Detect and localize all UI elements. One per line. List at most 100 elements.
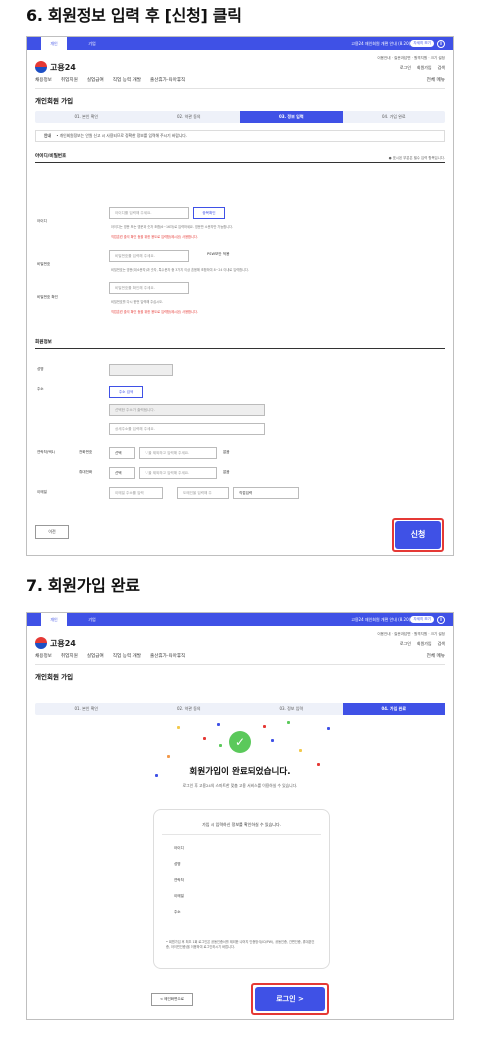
tab-personal[interactable]: 개인 <box>41 37 67 50</box>
dup-check-button[interactable]: 중복확인 <box>193 207 225 219</box>
mobile-none-checkbox[interactable]: 없음 <box>223 470 230 475</box>
gnb-item-training[interactable]: 직업 능력 개발 <box>113 77 141 88</box>
pause-icon[interactable]: II <box>437 616 445 624</box>
confetti <box>299 749 302 752</box>
progress-step-2: 02. 약관 동의 <box>176 114 201 119</box>
logo-text: 고용24 <box>50 638 76 648</box>
detail-button[interactable]: 자세히 보기 <box>410 40 434 47</box>
notice-text[interactable]: 고용24 재인회원 개편 안내 (8.20(수)) <box>351 37 417 50</box>
tab-company[interactable]: 기업 <box>79 37 105 50</box>
divider <box>162 834 321 835</box>
pw-secure-checkbox[interactable]: PSW보안 적용 <box>207 252 229 257</box>
addr-label: 주소 <box>37 387 44 391</box>
account-links: 로그인 회원가입 검색 <box>400 65 445 71</box>
menu-all-button[interactable]: 전체 메뉴 <box>427 653 445 659</box>
progress-steps: 01. 본인 확인 02. 약관 동의 03. 정보 입력 04. 가입 완료 <box>35 703 445 715</box>
gnb-item-leave[interactable]: 출산휴가·육아휴직 <box>150 653 185 664</box>
name-input <box>109 364 173 376</box>
search-link[interactable]: 검색 <box>438 65 445 71</box>
detail-button[interactable]: 자세히 보기 <box>410 616 434 623</box>
pw-label: 비밀번호 <box>37 262 51 266</box>
pause-icon[interactable]: II <box>437 40 445 48</box>
util-links[interactable]: 이용안내 · 질문과답변 · 원격지원 · 크기 설정 <box>377 56 445 61</box>
id-warn: 직업훈련 출석 확인 등을 위한 용도로 입력합(제시된) 사용합니다. <box>111 235 198 239</box>
logo-mark-icon <box>35 637 47 649</box>
confetti <box>203 737 206 740</box>
util-links[interactable]: 이용안내 · 질문과답변 · 원격지원 · 크기 설정 <box>377 632 445 637</box>
gnb-item-jobs[interactable]: 채용정보 <box>35 77 52 88</box>
login-link[interactable]: 로그인 <box>400 65 411 71</box>
gnb-item-jobs[interactable]: 채용정보 <box>35 653 52 664</box>
pw2-warn: 직업훈련 출석 확인 등을 위한 용도로 입력합(제시된) 사용합니다. <box>111 310 198 314</box>
join-link[interactable]: 회원가입 <box>417 641 432 647</box>
confetti <box>287 721 290 724</box>
progress-step-3: 03. 정보 입력 <box>240 111 343 123</box>
main-page-button[interactable]: < 메인화면으로 <box>151 993 193 1006</box>
signup-form-screen: 개인 기업 고용24 재인회원 개편 안내 (8.20(수)) 자세히 보기 I… <box>26 36 454 556</box>
menu-all-button[interactable]: 전체 메뉴 <box>427 77 445 83</box>
step6-heading: 6. 회원정보 입력 후 [신청] 클릭 <box>26 6 242 25</box>
confetti <box>167 755 170 758</box>
addr-search-button[interactable]: 주소 검색 <box>109 386 143 398</box>
row-label-id: 아이디 <box>174 846 184 850</box>
logo-mark-icon <box>35 61 47 73</box>
progress-step-1: 01. 본인 확인 <box>74 114 99 119</box>
pw-input[interactable]: 비밀번호를 입력해 주세요. <box>109 250 189 262</box>
id-label: 아이디 <box>37 219 47 223</box>
highlight-box <box>251 983 329 1015</box>
mobile-prefix-select[interactable]: 선택 <box>109 467 135 479</box>
pw2-label: 비밀번호 확인 <box>37 295 58 299</box>
check-icon: ✓ <box>229 731 251 753</box>
login-link[interactable]: 로그인 <box>400 641 411 647</box>
done-subtitle: 로그인 후 고용24의 스마트한 맞춤 고용 서비스를 이용하실 수 있습니다. <box>182 783 298 788</box>
search-link[interactable]: 검색 <box>438 641 445 647</box>
card-header: 가입 시 입력하신 정보를 확인하실 수 있습니다. <box>202 822 281 827</box>
notice-text[interactable]: 고용24 재인회원 개편 안내 (8.20(수)) <box>351 613 417 626</box>
phone-none-checkbox[interactable]: 없음 <box>223 450 230 455</box>
mobile-input[interactable]: '-'을 제외하고 입력해 주세요. <box>139 467 217 479</box>
logo[interactable]: 고용24 <box>35 61 76 73</box>
tab-company[interactable]: 기업 <box>79 613 105 626</box>
addr-input-1: 선택한 주소가 출력됩니다. <box>109 404 265 416</box>
logo[interactable]: 고용24 <box>35 637 76 649</box>
gnb-item-employment[interactable]: 취업지원 <box>61 653 78 664</box>
done-title: 회원가입이 완료되었습니다. <box>189 767 291 777</box>
email-label: 이메일 <box>37 490 47 494</box>
section-account-title: 아이디/비밀번호 <box>35 154 67 159</box>
row-label-address: 주소 <box>174 910 181 914</box>
name-label: 성명 <box>37 367 44 371</box>
prev-button[interactable]: 이전 <box>35 525 69 539</box>
highlight-box <box>392 518 444 552</box>
progress-step-1: 01. 본인 확인 <box>74 706 99 711</box>
phone-label: 전화번호 <box>79 450 93 454</box>
notice-text: • 개인회원정보는 안원 신고 시 사용되므로 정확한 정보를 입력해 주시기 … <box>56 133 188 138</box>
gnb-item-leave[interactable]: 출산휴가·육아휴직 <box>150 77 185 88</box>
logo-text: 고용24 <box>50 62 76 72</box>
top-notice-bar: 개인 기업 고용24 재인회원 개편 안내 (8.20(수)) 자세히 보기 I… <box>27 613 453 626</box>
confetti <box>177 726 180 729</box>
top-notice-bar: 개인 기업 고용24 재인회원 개편 안내 (8.20(수)) 자세히 보기 I… <box>27 37 453 50</box>
progress-step-4: 04. 가입 완료 <box>342 703 445 715</box>
email-domain-input[interactable]: 도메인을 입력해 주 <box>177 487 229 499</box>
global-nav: 채용정보 취업지원 실업급여 직업 능력 개발 출산휴가·육아휴직 전체 메뉴 <box>35 77 445 89</box>
gnb-item-training[interactable]: 직업 능력 개발 <box>113 653 141 664</box>
info-notice: 안내 • 개인회원정보는 안원 신고 시 사용되므로 정확한 정보를 입력해 주… <box>35 130 445 142</box>
gnb-item-employment[interactable]: 취업지원 <box>61 77 78 88</box>
gnb-item-unemployment[interactable]: 실업급여 <box>87 77 104 88</box>
email-id-input[interactable]: 이메일 주소를 입력 <box>109 487 163 499</box>
account-links: 로그인 회원가입 검색 <box>400 641 445 647</box>
join-link[interactable]: 회원가입 <box>417 65 432 71</box>
pw2-input[interactable]: 비밀번호를 확인해 주세요. <box>109 282 189 294</box>
confetti <box>263 725 266 728</box>
email-domain-select[interactable]: 직접입력 <box>233 487 299 499</box>
mobile-label: 휴대전화 <box>79 470 93 474</box>
addr-input-2[interactable]: 상세주소를 입력해 주세요. <box>109 423 265 435</box>
id-input[interactable]: 아이디를 입력해 주세요. <box>109 207 189 219</box>
tab-personal[interactable]: 개인 <box>41 613 67 626</box>
phone-input[interactable]: '-'을 제외하고 입력해 주세요. <box>139 447 217 459</box>
row-label-email: 이메일 <box>174 894 184 898</box>
phone-prefix-select[interactable]: 선택 <box>109 447 135 459</box>
confetti <box>327 727 330 730</box>
gnb-item-unemployment[interactable]: 실업급여 <box>87 653 104 664</box>
id-help: 아이디는 영문 또는 영문과 숫자 조합(6~16자)로 입력하세요. 영문만 … <box>111 225 234 229</box>
